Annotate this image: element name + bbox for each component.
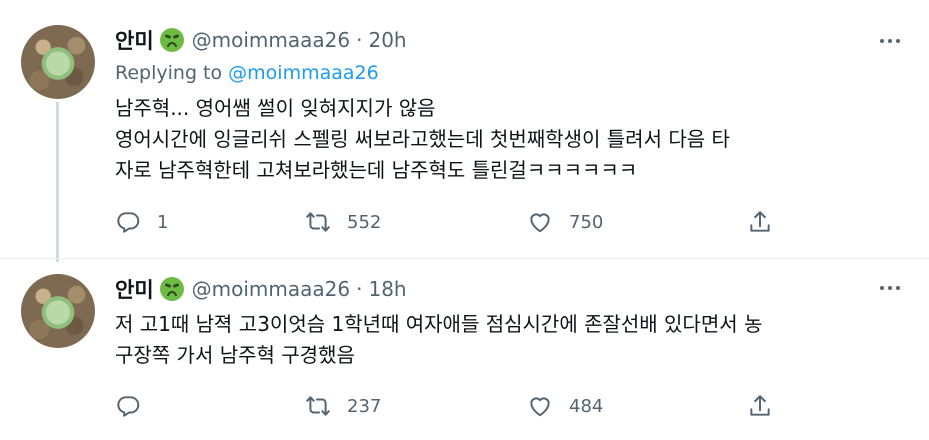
nauseated-face-icon [159, 28, 184, 52]
tweet-thread: 안미 @moimmaaa26 · 20h Replying to @moimma… [0, 0, 929, 440]
replying-prefix: Replying to [115, 62, 223, 84]
tweet-text: 남주혁... 영어쌤 썰이 잊혀지지가 않음 영어시간에 잉글리쉬 스펠링 써보… [115, 93, 730, 186]
author-name[interactable]: 안미 [115, 25, 154, 55]
more-icon [880, 39, 884, 43]
tweet[interactable]: 안미 @moimmaaa26 · 18h 저 고1때 남젹 고3이엇슴 1학년때… [0, 258, 929, 440]
heart-icon [530, 213, 550, 233]
retweet-count: 237 [347, 395, 382, 417]
author-handle[interactable]: @moimmaaa26 [192, 28, 350, 52]
tweet-text-line: 저 고1때 남젹 고3이엇슴 1학년때 여자애들 점심시간에 존잘선배 있다면서… [115, 312, 763, 336]
timestamp[interactable]: 18h [368, 277, 406, 301]
share-button[interactable] [747, 205, 773, 239]
reply-icon [117, 212, 140, 233]
avatar[interactable] [21, 274, 95, 348]
retweet-button[interactable]: 552 [305, 205, 381, 239]
tweet[interactable]: 안미 @moimmaaa26 · 20h Replying to @moimma… [0, 0, 929, 262]
tweet-text-line: 자로 남주혁한테 고쳐보라했는데 남주혁도 틀린걸ㅋㅋㅋㅋㅋㅋ [115, 158, 638, 182]
reply-button[interactable]: 1 [115, 205, 168, 239]
reply-button[interactable] [115, 389, 157, 423]
replying-to: Replying to @moimmaaa26 [115, 62, 379, 84]
retweet-icon [306, 396, 330, 416]
retweet-count: 552 [347, 211, 382, 233]
tweet-text-line: 구장쪽 가서 남주혁 구경했음 [115, 343, 355, 367]
more-button[interactable] [877, 275, 903, 301]
share-icon [750, 211, 770, 232]
tweet-text: 저 고1때 남젹 고3이엇슴 1학년때 여자애들 점심시간에 존잘선배 있다면서… [115, 309, 762, 371]
more-button[interactable] [877, 28, 903, 54]
like-count: 484 [569, 395, 604, 417]
author-name[interactable]: 안미 [115, 274, 154, 304]
nauseated-face-icon [159, 277, 184, 301]
more-icon [880, 286, 884, 290]
share-button[interactable] [747, 389, 773, 423]
replying-mention[interactable]: @moimmaaa26 [228, 62, 379, 84]
retweet-button[interactable]: 237 [305, 389, 381, 423]
author-handle[interactable]: @moimmaaa26 [192, 277, 350, 301]
share-icon [750, 395, 770, 416]
avatar[interactable] [21, 25, 95, 99]
tweet-header: 안미 @moimmaaa26 · 20h [115, 25, 407, 55]
separator-dot: · [356, 28, 363, 52]
separator-dot: · [356, 277, 363, 301]
like-count: 750 [569, 211, 604, 233]
like-button[interactable]: 484 [527, 389, 603, 423]
tweet-text-line: 남주혁... 영어쌤 썰이 잊혀지지가 않음 [115, 96, 436, 120]
timestamp[interactable]: 20h [368, 28, 406, 52]
action-bar: 1 552 750 [115, 205, 795, 239]
action-bar: 237 484 [115, 389, 795, 423]
tweet-text-line: 영어시간에 잉글리쉬 스펠링 써보라고했는데 첫번째학생이 틀려서 다음 타 [115, 127, 730, 151]
reply-count: 1 [157, 211, 169, 233]
tweet-header: 안미 @moimmaaa26 · 18h [115, 274, 407, 304]
thread-line [56, 102, 59, 262]
retweet-icon [306, 212, 330, 232]
like-button[interactable]: 750 [527, 205, 603, 239]
reply-icon [117, 396, 140, 417]
heart-icon [530, 397, 550, 417]
